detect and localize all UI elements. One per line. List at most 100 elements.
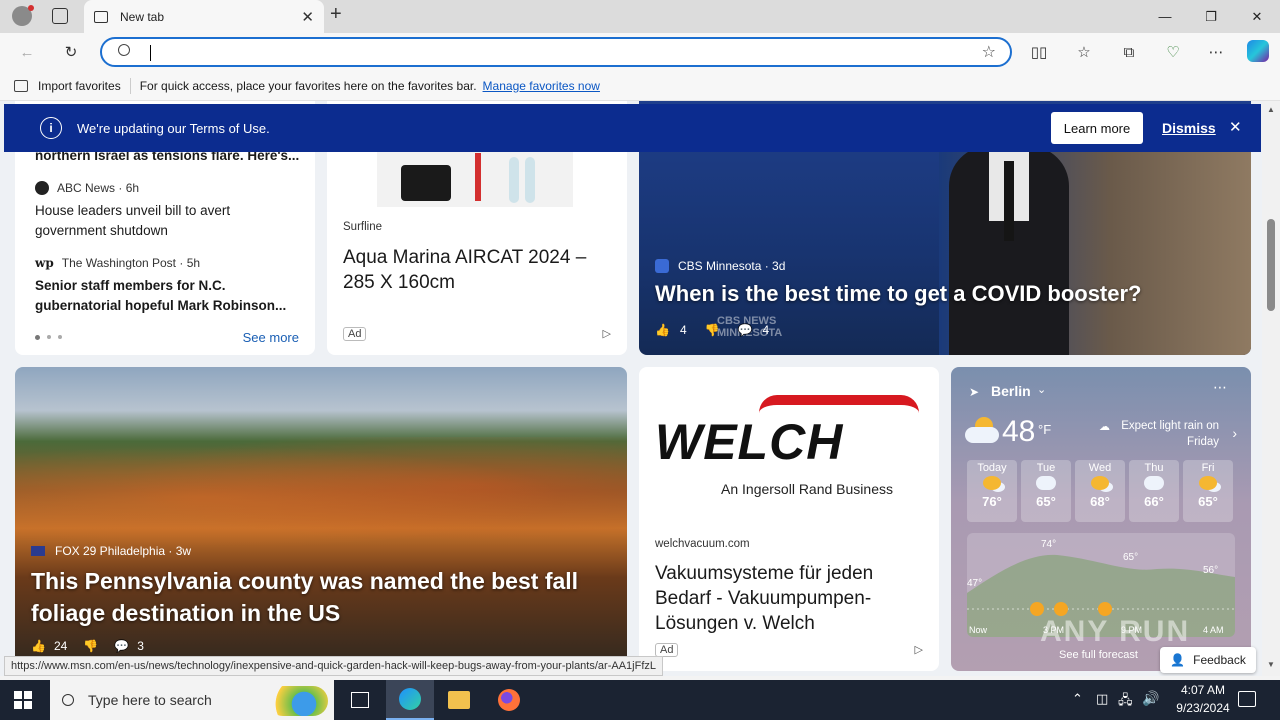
dislike-icon[interactable]: 👎: [705, 323, 720, 337]
see-more-link[interactable]: See more: [243, 330, 299, 345]
import-favorites-button[interactable]: Import favorites: [38, 79, 121, 93]
story-age: 3d: [772, 259, 786, 273]
minimize-icon[interactable]: —: [1142, 0, 1188, 33]
forecast-day[interactable]: Fri 65°: [1183, 460, 1233, 522]
story-title: This Pennsylvania county was named the b…: [31, 568, 579, 626]
story-source: FOX 29 Philadelphia: [55, 544, 166, 558]
day-temp: 76°: [982, 494, 1002, 509]
news-source: ABC News: [57, 181, 116, 195]
story-title: When is the best time to get a COVID boo…: [655, 281, 1142, 306]
notification-icon[interactable]: [1238, 691, 1256, 707]
refresh-icon[interactable]: ↻: [60, 41, 82, 63]
favorites-icon[interactable]: ☆: [1073, 41, 1095, 63]
forecast-day[interactable]: Tue 65°: [1021, 460, 1071, 522]
time-label: 4 AM: [1203, 625, 1224, 635]
cbs-logo-icon: [655, 259, 669, 273]
favorite-star-icon[interactable]: ☆: [982, 42, 996, 62]
collections-icon[interactable]: ⧉: [1118, 41, 1140, 63]
task-view-icon[interactable]: [351, 692, 369, 708]
comment-icon[interactable]: 💬: [738, 323, 753, 337]
edge-taskbar-icon[interactable]: [386, 680, 434, 720]
manage-favorites-link[interactable]: Manage favorites now: [483, 79, 600, 93]
washington-post-logo-icon: wp: [35, 256, 54, 270]
status-bar-url: https://www.msn.com/en-us/news/technolog…: [4, 656, 663, 676]
feedback-button[interactable]: 👤 Feedback: [1160, 647, 1256, 673]
favorites-bar: Import favorites For quick access, place…: [0, 71, 1280, 101]
fox-story-card[interactable]: FOX 29 Philadelphia · 3w This Pennsylvan…: [15, 367, 627, 676]
scroll-down-icon[interactable]: ▼: [1267, 660, 1275, 669]
clock-time[interactable]: 4:07 AM: [1172, 683, 1234, 697]
learn-more-button[interactable]: Learn more: [1051, 112, 1143, 144]
rain-cloud-icon: [1036, 476, 1056, 490]
news-age: 5h: [186, 256, 201, 270]
windows-start-icon[interactable]: [14, 691, 32, 709]
chart-label: 65°: [1123, 552, 1139, 563]
rain-cloud-icon: ☁: [1099, 421, 1110, 433]
network-icon[interactable]: 🖧: [1118, 691, 1133, 713]
tray-chevron-icon[interactable]: ⌃: [1072, 691, 1083, 707]
tab-new-tab[interactable]: New tab ✕: [84, 0, 324, 33]
anchor-tie: [1004, 161, 1014, 241]
browser-toolbar: ← ↻ ☆ ▯▯ ☆ ⧉ ♡ ⋯: [0, 33, 1280, 71]
tab-title: New tab: [120, 9, 165, 24]
address-bar[interactable]: ☆: [100, 37, 1012, 67]
pagination-dots[interactable]: [35, 335, 62, 340]
chevron-right-icon[interactable]: ›: [1232, 425, 1237, 441]
news-item[interactable]: ABC News · 6h House leaders unveil bill …: [35, 181, 305, 241]
terms-banner: i We're updating our Terms of Use. Learn…: [4, 104, 1261, 152]
taskbar-search-box[interactable]: Type here to search: [50, 680, 334, 720]
back-icon[interactable]: ←: [16, 41, 38, 63]
close-banner-icon[interactable]: ✕: [1229, 118, 1242, 136]
dismiss-button[interactable]: Dismiss: [1162, 120, 1216, 136]
banner-text: We're updating our Terms of Use.: [77, 120, 270, 136]
performance-icon[interactable]: ♡: [1162, 41, 1184, 63]
close-window-icon[interactable]: ✕: [1234, 0, 1280, 33]
forecast-note[interactable]: Expect light rain on Friday: [1113, 418, 1219, 450]
file-explorer-icon[interactable]: [448, 691, 470, 709]
more-options-icon[interactable]: ⋯: [1213, 379, 1227, 396]
page-scrollbar[interactable]: ▲ ▼: [1262, 101, 1280, 676]
favbar-hint: For quick access, place your favorites h…: [139, 78, 477, 93]
close-tab-icon[interactable]: ✕: [301, 8, 314, 26]
import-favorites-icon: [14, 79, 28, 92]
fox-logo-icon: [31, 546, 45, 556]
ad-choices-icon[interactable]: ▷: [915, 643, 923, 656]
forecast-day[interactable]: Thu 66°: [1129, 460, 1179, 522]
dot-separator: ·: [115, 181, 126, 195]
ad-card-welch[interactable]: WELCH An Ingersoll Rand Business welchva…: [639, 367, 939, 671]
comment-icon[interactable]: 💬: [114, 639, 129, 653]
news-item[interactable]: wp The Washington Post · 5h Senior staff…: [35, 256, 305, 316]
location-arrow-icon: ➤: [969, 385, 980, 399]
tab-actions-icon[interactable]: [52, 8, 68, 24]
copilot-icon[interactable]: [1247, 40, 1269, 62]
forecast-day[interactable]: Wed 68°: [1075, 460, 1125, 522]
comment-count: 4: [762, 323, 770, 337]
split-screen-icon[interactable]: ▯▯: [1028, 41, 1050, 63]
ad-title: Aqua Marina AIRCAT 2024 – 285 X 160cm: [343, 247, 587, 293]
like-count: 4: [679, 323, 687, 337]
forecast-day[interactable]: Today 76°: [967, 460, 1017, 522]
chevron-down-icon[interactable]: ⌄: [1037, 383, 1046, 396]
dislike-icon[interactable]: 👎: [83, 639, 98, 653]
weather-city[interactable]: Berlin: [991, 383, 1031, 399]
scrollbar-thumb[interactable]: [1267, 219, 1275, 311]
volume-icon[interactable]: 🔊: [1142, 690, 1159, 707]
ad-choices-icon[interactable]: ▷: [603, 327, 611, 340]
like-icon[interactable]: 👍: [31, 639, 46, 653]
story-reactions: 👍 24 👎 💬 3: [31, 639, 144, 653]
clock-date[interactable]: 9/23/2024: [1166, 701, 1240, 715]
chart-label: 47°: [967, 578, 983, 589]
paddle-shape: [509, 157, 519, 203]
restore-icon[interactable]: ❐: [1188, 0, 1234, 33]
foliage-orange: [15, 437, 627, 557]
temp-unit: °F: [1038, 422, 1052, 437]
tray-app-icon[interactable]: ◫: [1096, 691, 1108, 707]
see-full-forecast-link[interactable]: See full forecast: [1059, 649, 1138, 661]
favbar-divider: [129, 77, 131, 94]
like-count: 24: [53, 639, 68, 653]
more-menu-icon[interactable]: ⋯: [1205, 41, 1227, 63]
scroll-up-icon[interactable]: ▲: [1267, 105, 1275, 114]
firefox-icon[interactable]: [498, 689, 520, 711]
like-icon[interactable]: 👍: [655, 323, 670, 337]
new-tab-button[interactable]: +: [330, 3, 342, 26]
